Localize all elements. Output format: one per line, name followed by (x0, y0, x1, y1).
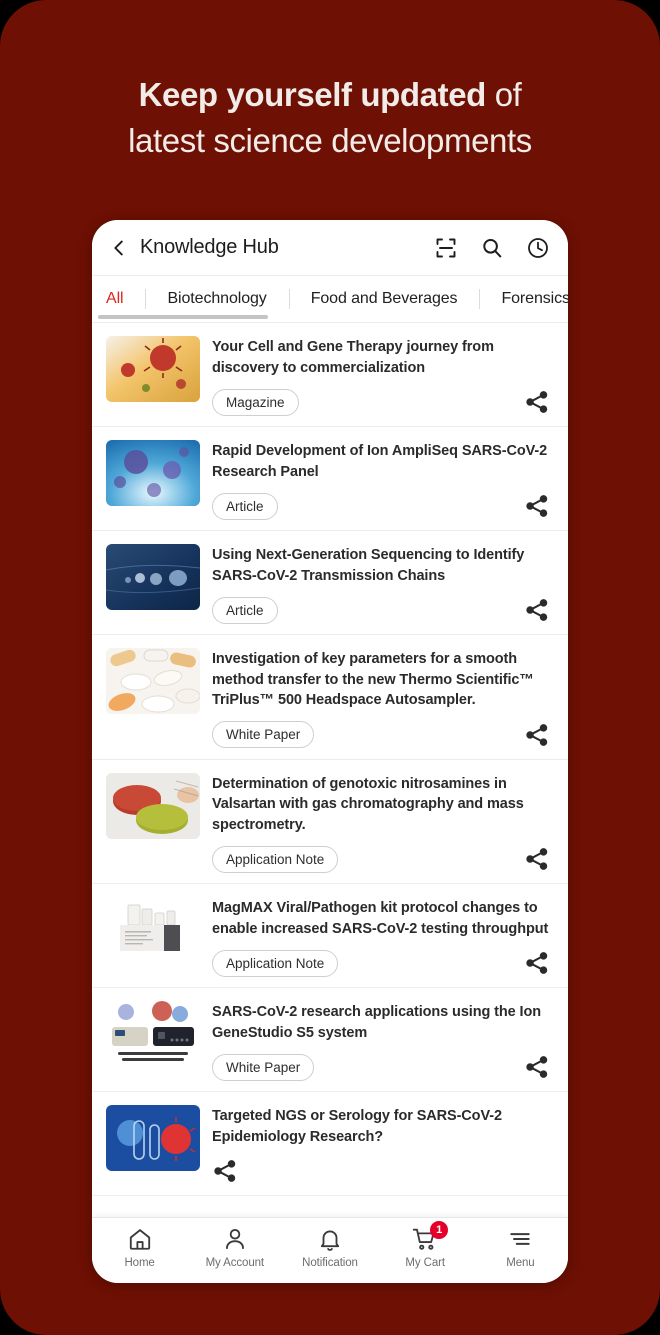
content-type-badge[interactable]: White Paper (212, 1053, 315, 1081)
thumbnail-navy-cells (106, 544, 200, 610)
share-icon[interactable] (524, 597, 550, 623)
share-icon[interactable] (524, 493, 550, 519)
list-item-body: SARS-CoV-2 research applications using t… (212, 1001, 554, 1081)
list-item-footer: Magazine (212, 388, 554, 416)
nav-label-notification: Notification (302, 1257, 358, 1269)
nav-item-menu[interactable]: Menu (473, 1226, 568, 1269)
share-icon[interactable] (524, 722, 550, 748)
list-item-body: Using Next-Generation Sequencing to Iden… (212, 544, 554, 624)
home-icon (129, 1229, 150, 1250)
list-item-footer: Article (212, 596, 554, 624)
list-item-title: Using Next-Generation Sequencing to Iden… (212, 547, 525, 584)
list-item-footer: White Paper (212, 721, 554, 749)
nav-item-home[interactable]: Home (92, 1226, 187, 1269)
share-icon[interactable] (524, 1054, 550, 1080)
nav-label-my-account: My Account (205, 1257, 265, 1269)
person-icon (225, 1228, 244, 1250)
nav-item-notification[interactable]: Notification (282, 1226, 377, 1269)
list-item-title: Investigation of key parameters for a sm… (212, 651, 534, 708)
cart-icon-wrap: 1 (412, 1221, 449, 1252)
list-item[interactable]: MagMAX Viral/Pathogen kit protocol chang… (92, 884, 568, 988)
bottom-navigation: Home My Account Notification 1 My Cart M… (92, 1217, 568, 1283)
share-icon[interactable] (524, 950, 550, 976)
app-header: Knowledge Hub (92, 220, 568, 276)
list-item-footer: Application Note (212, 845, 554, 873)
content-type-badge[interactable]: White Paper (212, 721, 315, 748)
nav-label-my-cart: My Cart (405, 1257, 445, 1269)
list-item-title: Determination of genotoxic nitrosamines … (212, 775, 524, 833)
share-icon[interactable] (524, 389, 550, 415)
bell-icon-wrap (317, 1226, 343, 1252)
nav-label-home: Home (124, 1257, 155, 1269)
home-icon-wrap (127, 1226, 153, 1252)
hamburger-menu-icon (510, 1233, 531, 1245)
thumbnail-tablets-red-green (106, 772, 200, 839)
list-item-title: MagMAX Viral/Pathogen kit protocol chang… (212, 900, 549, 937)
chevron-left-icon (114, 240, 123, 255)
nav-label-menu: Menu (506, 1257, 535, 1269)
list-item-title: Targeted NGS or Serology for SARS-CoV-2 … (212, 1108, 502, 1145)
list-item-body: Rapid Development of Ion AmpliSeq SARS-C… (212, 440, 554, 520)
header-icon-group (434, 236, 550, 260)
headline-line2: latest science developments (128, 122, 532, 159)
tab-all[interactable]: All (106, 290, 145, 308)
list-item[interactable]: Your Cell and Gene Therapy journey from … (92, 323, 568, 427)
list-item-body: Determination of genotoxic nitrosamines … (212, 773, 554, 874)
phone-screen: Knowledge Hub All Biotechnology Food and… (92, 220, 568, 1283)
share-icon[interactable] (524, 846, 550, 872)
list-item-body: Targeted NGS or Serology for SARS-CoV-2 … (212, 1105, 554, 1185)
tab-forensics[interactable]: Forensics (479, 290, 568, 308)
nav-item-my-cart[interactable]: 1 My Cart (378, 1221, 473, 1269)
list-item-footer: Article (212, 492, 554, 520)
poster-background: Keep yourself updated of latest science … (0, 0, 660, 1335)
list-item-body: MagMAX Viral/Pathogen kit protocol chang… (212, 897, 554, 977)
back-button[interactable] (106, 233, 132, 263)
list-item-body: Investigation of key parameters for a sm… (212, 648, 554, 749)
content-type-badge[interactable]: Article (212, 492, 278, 520)
list-item-footer: Application Note (212, 949, 554, 977)
cart-badge: 1 (430, 1221, 449, 1239)
tab-biotechnology[interactable]: Biotechnology (145, 290, 288, 308)
nav-item-my-account[interactable]: My Account (187, 1226, 282, 1269)
bell-icon (320, 1230, 340, 1251)
list-item[interactable]: Rapid Development of Ion AmpliSeq SARS-C… (92, 427, 568, 531)
tabs-scroll-indicator[interactable] (98, 315, 268, 319)
hamburger-icon-wrap (507, 1226, 533, 1252)
search-icon[interactable] (480, 236, 504, 260)
headline-rest: of (485, 76, 522, 113)
share-icon[interactable] (212, 1158, 238, 1184)
content-type-badge[interactable]: Article (212, 596, 278, 624)
tab-food-and-beverages[interactable]: Food and Beverages (289, 290, 480, 308)
headline-bold: Keep yourself updated (138, 76, 487, 113)
list-item-body: Your Cell and Gene Therapy journey from … (212, 336, 554, 416)
list-item[interactable]: Targeted NGS or Serology for SARS-CoV-2 … (92, 1092, 568, 1196)
list-item[interactable]: Determination of genotoxic nitrosamines … (92, 760, 568, 884)
thumbnail-virus-orange (106, 336, 200, 402)
scan-icon[interactable] (434, 236, 458, 260)
history-clock-icon[interactable] (526, 236, 550, 260)
list-item-title: SARS-CoV-2 research applications using t… (212, 1004, 541, 1041)
list-item[interactable]: Investigation of key parameters for a sm… (92, 635, 568, 760)
category-tabs: All Biotechnology Food and Beverages For… (92, 276, 568, 323)
page-title: Knowledge Hub (140, 236, 279, 258)
list-item-title: Rapid Development of Ion AmpliSeq SARS-C… (212, 443, 548, 480)
person-icon-wrap (222, 1226, 248, 1252)
list-item-title: Your Cell and Gene Therapy journey from … (212, 339, 494, 376)
thumbnail-tubes-virus-blue (106, 1105, 200, 1171)
knowledge-list[interactable]: Your Cell and Gene Therapy journey from … (92, 323, 568, 1217)
thumbnail-instruments (106, 1001, 200, 1067)
list-item-footer (212, 1157, 554, 1185)
content-type-badge[interactable]: Application Note (212, 949, 339, 977)
list-item[interactable]: SARS-CoV-2 research applications using t… (92, 988, 568, 1092)
content-type-badge[interactable]: Magazine (212, 388, 299, 416)
list-item[interactable]: Using Next-Generation Sequencing to Iden… (92, 531, 568, 635)
thumbnail-virus-blue (106, 440, 200, 506)
content-type-badge[interactable]: Application Note (212, 845, 339, 873)
thumbnail-lab-kit-box (106, 897, 200, 963)
list-item-footer: White Paper (212, 1053, 554, 1081)
thumbnail-pills-white (106, 648, 200, 714)
page-headline: Keep yourself updated of latest science … (0, 72, 660, 164)
